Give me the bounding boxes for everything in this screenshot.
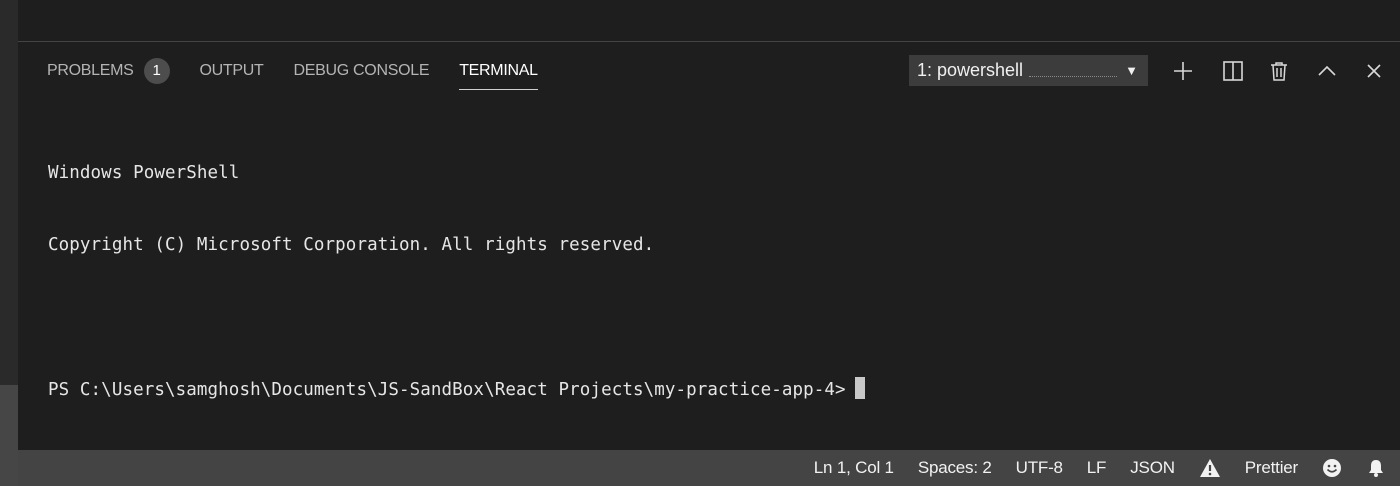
maximize-panel-button[interactable] — [1312, 56, 1342, 86]
warning-icon — [1199, 459, 1220, 477]
bell-icon — [1369, 460, 1383, 477]
status-bar: Ln 1, Col 1 Spaces: 2 UTF-8 LF JSON Pret… — [18, 450, 1400, 486]
activity-bar-lower — [0, 385, 18, 486]
status-eol[interactable]: LF — [1087, 458, 1107, 478]
terminal-prompt-line: PS C:\Users\samghosh\Documents\JS-SandBo… — [48, 377, 865, 401]
select-focus-underline — [1029, 76, 1117, 77]
status-language-mode[interactable]: JSON — [1130, 458, 1175, 478]
tab-terminal[interactable]: TERMINAL — [459, 56, 538, 90]
tab-output-label: OUTPUT — [199, 62, 264, 79]
split-icon — [1223, 61, 1243, 81]
split-terminal-button[interactable] — [1218, 56, 1248, 86]
status-indentation[interactable]: Spaces: 2 — [918, 458, 992, 478]
terminal-line: Windows PowerShell — [48, 163, 240, 183]
bottom-panel: PROBLEMS 1 OUTPUT DEBUG CONSOLE TERMINAL… — [18, 41, 1400, 450]
editor-area[interactable] — [18, 0, 1400, 41]
terminal-output[interactable]: Windows PowerShell Copyright (C) Microso… — [48, 113, 865, 449]
tab-problems[interactable]: PROBLEMS 1 — [47, 56, 170, 90]
tab-debug-console[interactable]: DEBUG CONSOLE — [294, 56, 430, 90]
feedback-button[interactable] — [1322, 458, 1342, 478]
smiley-icon — [1323, 459, 1341, 477]
terminal-instance-select[interactable]: 1: powershell ▼ — [909, 55, 1148, 86]
kill-terminal-button[interactable] — [1264, 56, 1294, 86]
terminal-cursor — [854, 377, 865, 399]
activity-bar-edge — [0, 0, 18, 486]
terminal-instance-value: 1: powershell — [917, 60, 1024, 80]
plus-icon — [1174, 62, 1192, 80]
tab-problems-label: PROBLEMS — [47, 62, 134, 79]
problems-count-badge: 1 — [143, 58, 170, 84]
terminal-prompt: PS C:\Users\samghosh\Documents\JS-SandBo… — [48, 380, 846, 400]
dropdown-caret-icon: ▼ — [1125, 63, 1138, 78]
tab-output[interactable]: OUTPUT — [200, 56, 264, 90]
panel-tabs: PROBLEMS 1 OUTPUT DEBUG CONSOLE TERMINAL — [47, 56, 568, 90]
new-terminal-button[interactable] — [1168, 56, 1198, 86]
chevron-up-icon — [1318, 65, 1336, 76]
close-panel-button[interactable] — [1359, 56, 1389, 86]
status-warning-button[interactable] — [1199, 458, 1221, 478]
notifications-button[interactable] — [1366, 458, 1386, 478]
status-encoding[interactable]: UTF-8 — [1016, 458, 1063, 478]
status-cursor-position[interactable]: Ln 1, Col 1 — [814, 458, 894, 478]
activity-bar-upper — [0, 0, 18, 385]
status-formatter[interactable]: Prettier — [1245, 458, 1298, 478]
close-icon — [1367, 64, 1381, 78]
trash-icon — [1271, 62, 1287, 81]
tab-debug-console-label: DEBUG CONSOLE — [293, 62, 430, 79]
tab-terminal-label: TERMINAL — [459, 62, 538, 79]
vscode-window: PROBLEMS 1 OUTPUT DEBUG CONSOLE TERMINAL… — [0, 0, 1400, 486]
terminal-line: Copyright (C) Microsoft Corporation. All… — [48, 235, 655, 255]
